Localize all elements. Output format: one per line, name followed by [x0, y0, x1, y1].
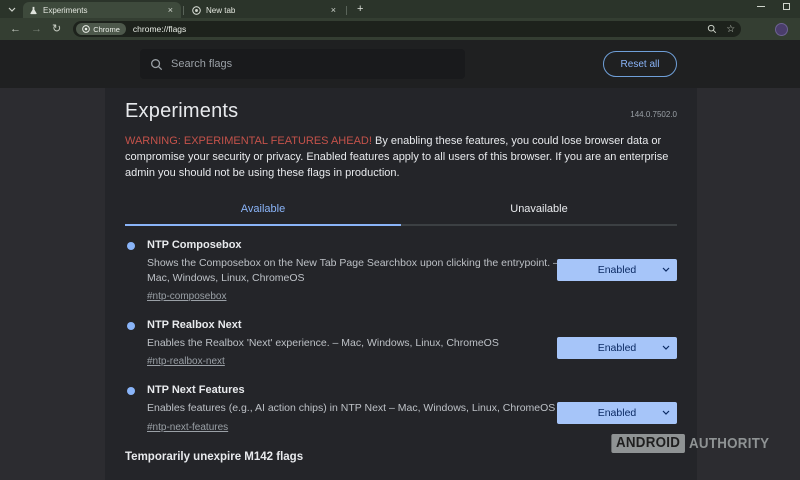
omnibox-icons: ☆: [707, 21, 735, 37]
page-background: Experiments 144.0.7502.0 WARNING: EXPERI…: [0, 88, 800, 480]
forward-icon[interactable]: →: [31, 24, 42, 35]
flag-row-ntp-next-features: NTP Next Features Enables features (e.g.…: [125, 384, 677, 434]
flags-content: Experiments 144.0.7502.0 WARNING: EXPERI…: [105, 88, 697, 480]
maximize-button[interactable]: [783, 3, 790, 10]
chevron-down-icon: [8, 7, 16, 12]
flag-description: Enables features (e.g., AI action chips)…: [147, 401, 565, 416]
search-placeholder: Search flags: [171, 58, 232, 70]
site-chip-label: Chrome: [93, 25, 120, 34]
window-controls: [757, 3, 790, 10]
watermark-android: ANDROID: [611, 434, 684, 453]
url-text: chrome://flags: [133, 24, 186, 34]
browser-tab-new-tab[interactable]: New tab ×: [186, 2, 344, 18]
flag-dropdown-value: Enabled: [598, 407, 637, 419]
zoom-icon[interactable]: [707, 24, 717, 34]
browser-toolbar: ← → ↻ Chrome chrome://flags ☆: [0, 18, 800, 40]
chevron-down-icon: [662, 267, 670, 272]
flag-dropdown[interactable]: Enabled: [557, 402, 677, 424]
version-label: 144.0.7502.0: [630, 110, 677, 119]
availability-tabs: Available Unavailable: [125, 203, 677, 226]
omnibox[interactable]: Chrome chrome://flags ☆: [73, 21, 741, 37]
flag-permalink[interactable]: #ntp-next-features: [147, 422, 228, 433]
new-tab-button[interactable]: +: [357, 4, 363, 15]
tab-divider: [346, 6, 347, 15]
chrome-icon: [82, 25, 90, 33]
flag-permalink[interactable]: #ntp-realbox-next: [147, 356, 225, 367]
tab-title: Experiments: [43, 6, 166, 15]
tab-unavailable[interactable]: Unavailable: [401, 203, 677, 226]
flag-list: NTP Composebox Shows the Composebox on t…: [125, 226, 677, 463]
flag-description: Enables the Realbox 'Next' experience. –…: [147, 336, 565, 351]
back-icon[interactable]: ←: [10, 24, 21, 35]
flag-dot-icon: [127, 322, 135, 330]
flask-icon: [29, 6, 38, 15]
browser-window: Experiments × New tab × + ← → ↻: [0, 0, 800, 480]
search-input[interactable]: Search flags: [140, 49, 465, 79]
experimental-warning: WARNING: EXPERIMENTAL FEATURES AHEAD! By…: [125, 134, 677, 182]
flag-row-ntp-realbox-next: NTP Realbox Next Enables the Realbox 'Ne…: [125, 319, 677, 369]
tab-search-button[interactable]: [4, 1, 20, 17]
minimize-button[interactable]: [757, 6, 765, 7]
chrome-icon: [192, 6, 201, 15]
flag-description: Shows the Composebox on the New Tab Page…: [147, 256, 565, 286]
chevron-down-icon: [662, 410, 670, 415]
unexpire-section-heading: Temporarily unexpire M142 flags: [125, 451, 677, 463]
reset-all-button[interactable]: Reset all: [603, 51, 677, 77]
browser-tab-experiments[interactable]: Experiments ×: [23, 2, 181, 18]
flag-dropdown-value: Enabled: [598, 342, 637, 354]
flag-dropdown[interactable]: Enabled: [557, 259, 677, 281]
tab-divider: [183, 6, 184, 15]
reload-icon[interactable]: ↻: [52, 24, 61, 35]
bookmark-star-icon[interactable]: ☆: [726, 24, 735, 35]
tab-available[interactable]: Available: [125, 203, 401, 226]
flag-permalink[interactable]: #ntp-composebox: [147, 291, 227, 302]
search-icon: [150, 58, 163, 71]
flag-dot-icon: [127, 242, 135, 250]
flag-name: NTP Realbox Next: [147, 319, 677, 331]
flag-dot-icon: [127, 387, 135, 395]
flag-name: NTP Next Features: [147, 384, 677, 396]
flag-dropdown[interactable]: Enabled: [557, 337, 677, 359]
flag-name: NTP Composebox: [147, 239, 677, 251]
flag-dropdown-value: Enabled: [598, 264, 637, 276]
chevron-down-icon: [662, 345, 670, 350]
flag-row-ntp-composebox: NTP Composebox Shows the Composebox on t…: [125, 239, 677, 304]
close-icon[interactable]: ×: [166, 5, 175, 15]
watermark-authority: AUTHORITY: [689, 436, 769, 452]
tab-title: New tab: [206, 6, 329, 15]
tab-strip: Experiments × New tab × +: [0, 0, 800, 18]
profile-avatar[interactable]: [775, 23, 788, 36]
page-title: Experiments: [125, 100, 238, 123]
site-chip[interactable]: Chrome: [76, 23, 126, 35]
close-icon[interactable]: ×: [329, 5, 338, 15]
android-authority-watermark: ANDROID AUTHORITY: [605, 434, 776, 453]
warning-emphasis: WARNING: EXPERIMENTAL FEATURES AHEAD!: [125, 135, 372, 147]
content-header: Experiments 144.0.7502.0: [125, 100, 677, 123]
flags-page-header: Search flags Reset all: [0, 40, 800, 88]
